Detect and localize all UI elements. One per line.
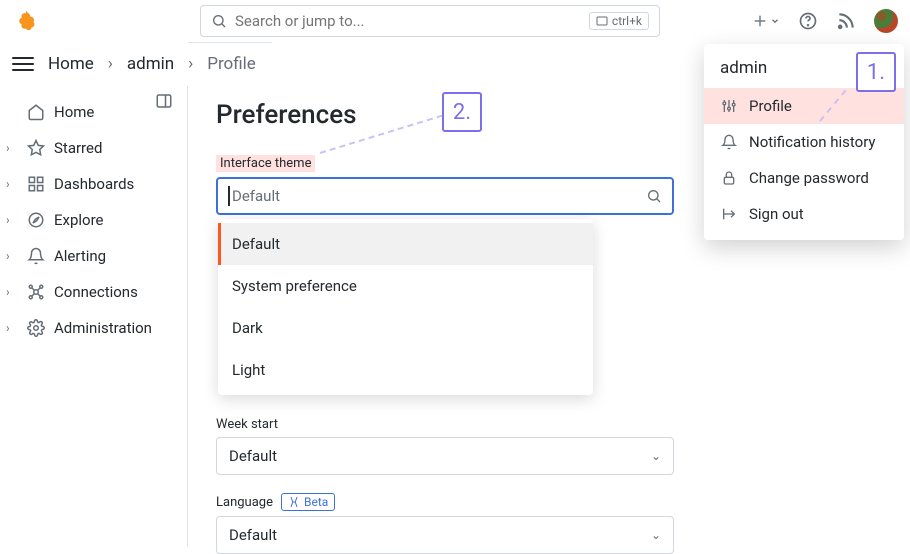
theme-label: Interface theme bbox=[216, 155, 315, 172]
language-value: Default bbox=[229, 526, 277, 544]
chevron-right-icon: › bbox=[108, 54, 113, 74]
sidebar-item-label: Administration bbox=[54, 319, 152, 337]
help-icon[interactable] bbox=[798, 11, 818, 31]
theme-option-dark[interactable]: Dark bbox=[218, 307, 593, 349]
bell-icon bbox=[26, 247, 46, 265]
usermenu-signout[interactable]: Sign out bbox=[704, 196, 904, 232]
breadcrumb-current: Profile bbox=[207, 54, 256, 74]
sidebar: › Home › Starred › Dashboards › Explore … bbox=[0, 86, 188, 547]
chevron-down-icon: ⌄ bbox=[651, 528, 661, 542]
chevron-down-icon: ⌄ bbox=[651, 449, 661, 463]
dock-icon[interactable] bbox=[155, 92, 177, 114]
usermenu-item-label: Profile bbox=[749, 97, 792, 115]
sidebar-item-label: Alerting bbox=[54, 247, 106, 265]
beta-badge: Beta bbox=[281, 493, 335, 511]
search-icon bbox=[211, 13, 227, 29]
user-avatar[interactable] bbox=[874, 9, 898, 33]
signout-icon bbox=[720, 206, 738, 222]
gear-icon bbox=[26, 319, 46, 337]
usermenu-password[interactable]: Change password bbox=[704, 160, 904, 196]
sidebar-item-starred[interactable]: › Starred bbox=[0, 130, 187, 166]
grafana-logo[interactable] bbox=[12, 7, 40, 35]
toolbar-right bbox=[752, 9, 898, 33]
sidebar-item-label: Dashboards bbox=[54, 175, 134, 193]
bell-icon bbox=[720, 134, 738, 150]
sidebar-item-label: Connections bbox=[54, 283, 138, 301]
sliders-icon bbox=[720, 98, 738, 114]
theme-option-system[interactable]: System preference bbox=[218, 265, 593, 307]
weekstart-value: Default bbox=[229, 447, 277, 465]
home-icon bbox=[26, 103, 46, 121]
sidebar-item-connections[interactable]: › Connections bbox=[0, 274, 187, 310]
language-select[interactable]: Default ⌄ bbox=[216, 516, 674, 554]
theme-dropdown: Default System preference Dark Light bbox=[218, 219, 593, 395]
usermenu-item-label: Change password bbox=[749, 169, 869, 187]
search-icon bbox=[646, 188, 662, 204]
breadcrumb-home[interactable]: Home bbox=[48, 54, 94, 74]
rss-icon[interactable] bbox=[836, 11, 856, 31]
text-caret bbox=[228, 186, 230, 206]
sidebar-item-explore[interactable]: › Explore bbox=[0, 202, 187, 238]
star-icon bbox=[26, 139, 46, 157]
weekstart-select[interactable]: Default ⌄ bbox=[216, 437, 674, 475]
create-menu[interactable] bbox=[752, 13, 780, 29]
usermenu-item-label: Notification history bbox=[749, 133, 876, 151]
theme-value: Default bbox=[232, 187, 646, 205]
compass-icon bbox=[26, 211, 46, 229]
language-label: Language bbox=[216, 495, 273, 510]
breadcrumb-admin[interactable]: admin bbox=[127, 54, 174, 74]
usermenu-item-label: Sign out bbox=[749, 205, 804, 223]
annotation-2: 2. bbox=[442, 92, 482, 132]
usermenu-notifications[interactable]: Notification history bbox=[704, 124, 904, 160]
top-bar: ctrl+k bbox=[0, 0, 910, 42]
usermenu-profile[interactable]: Profile bbox=[704, 88, 904, 124]
plug-icon bbox=[26, 283, 46, 301]
chevron-right-icon: › bbox=[188, 54, 193, 74]
sidebar-item-label: Explore bbox=[54, 211, 104, 229]
language-field: Language Beta Default ⌄ bbox=[216, 493, 910, 554]
grid-icon bbox=[26, 175, 46, 193]
weekstart-label: Week start bbox=[216, 417, 278, 432]
sidebar-item-label: Home bbox=[54, 103, 94, 121]
theme-option-default[interactable]: Default bbox=[218, 223, 593, 265]
annotation-1: 1. bbox=[856, 52, 896, 92]
theme-option-light[interactable]: Light bbox=[218, 349, 593, 391]
lock-icon bbox=[720, 170, 738, 186]
sidebar-item-dashboards[interactable]: › Dashboards bbox=[0, 166, 187, 202]
weekstart-field: Week start Default ⌄ bbox=[216, 413, 910, 475]
sidebar-item-administration[interactable]: › Administration bbox=[0, 310, 187, 346]
hamburger-icon[interactable] bbox=[12, 53, 34, 75]
global-search[interactable]: ctrl+k bbox=[200, 5, 660, 37]
sidebar-item-label: Starred bbox=[54, 139, 102, 157]
sidebar-item-alerting[interactable]: › Alerting bbox=[0, 238, 187, 274]
search-input[interactable] bbox=[235, 12, 581, 30]
divider bbox=[188, 42, 272, 43]
search-shortcut: ctrl+k bbox=[589, 12, 649, 30]
theme-combobox[interactable]: Default Default System preference Dark L… bbox=[216, 177, 674, 215]
